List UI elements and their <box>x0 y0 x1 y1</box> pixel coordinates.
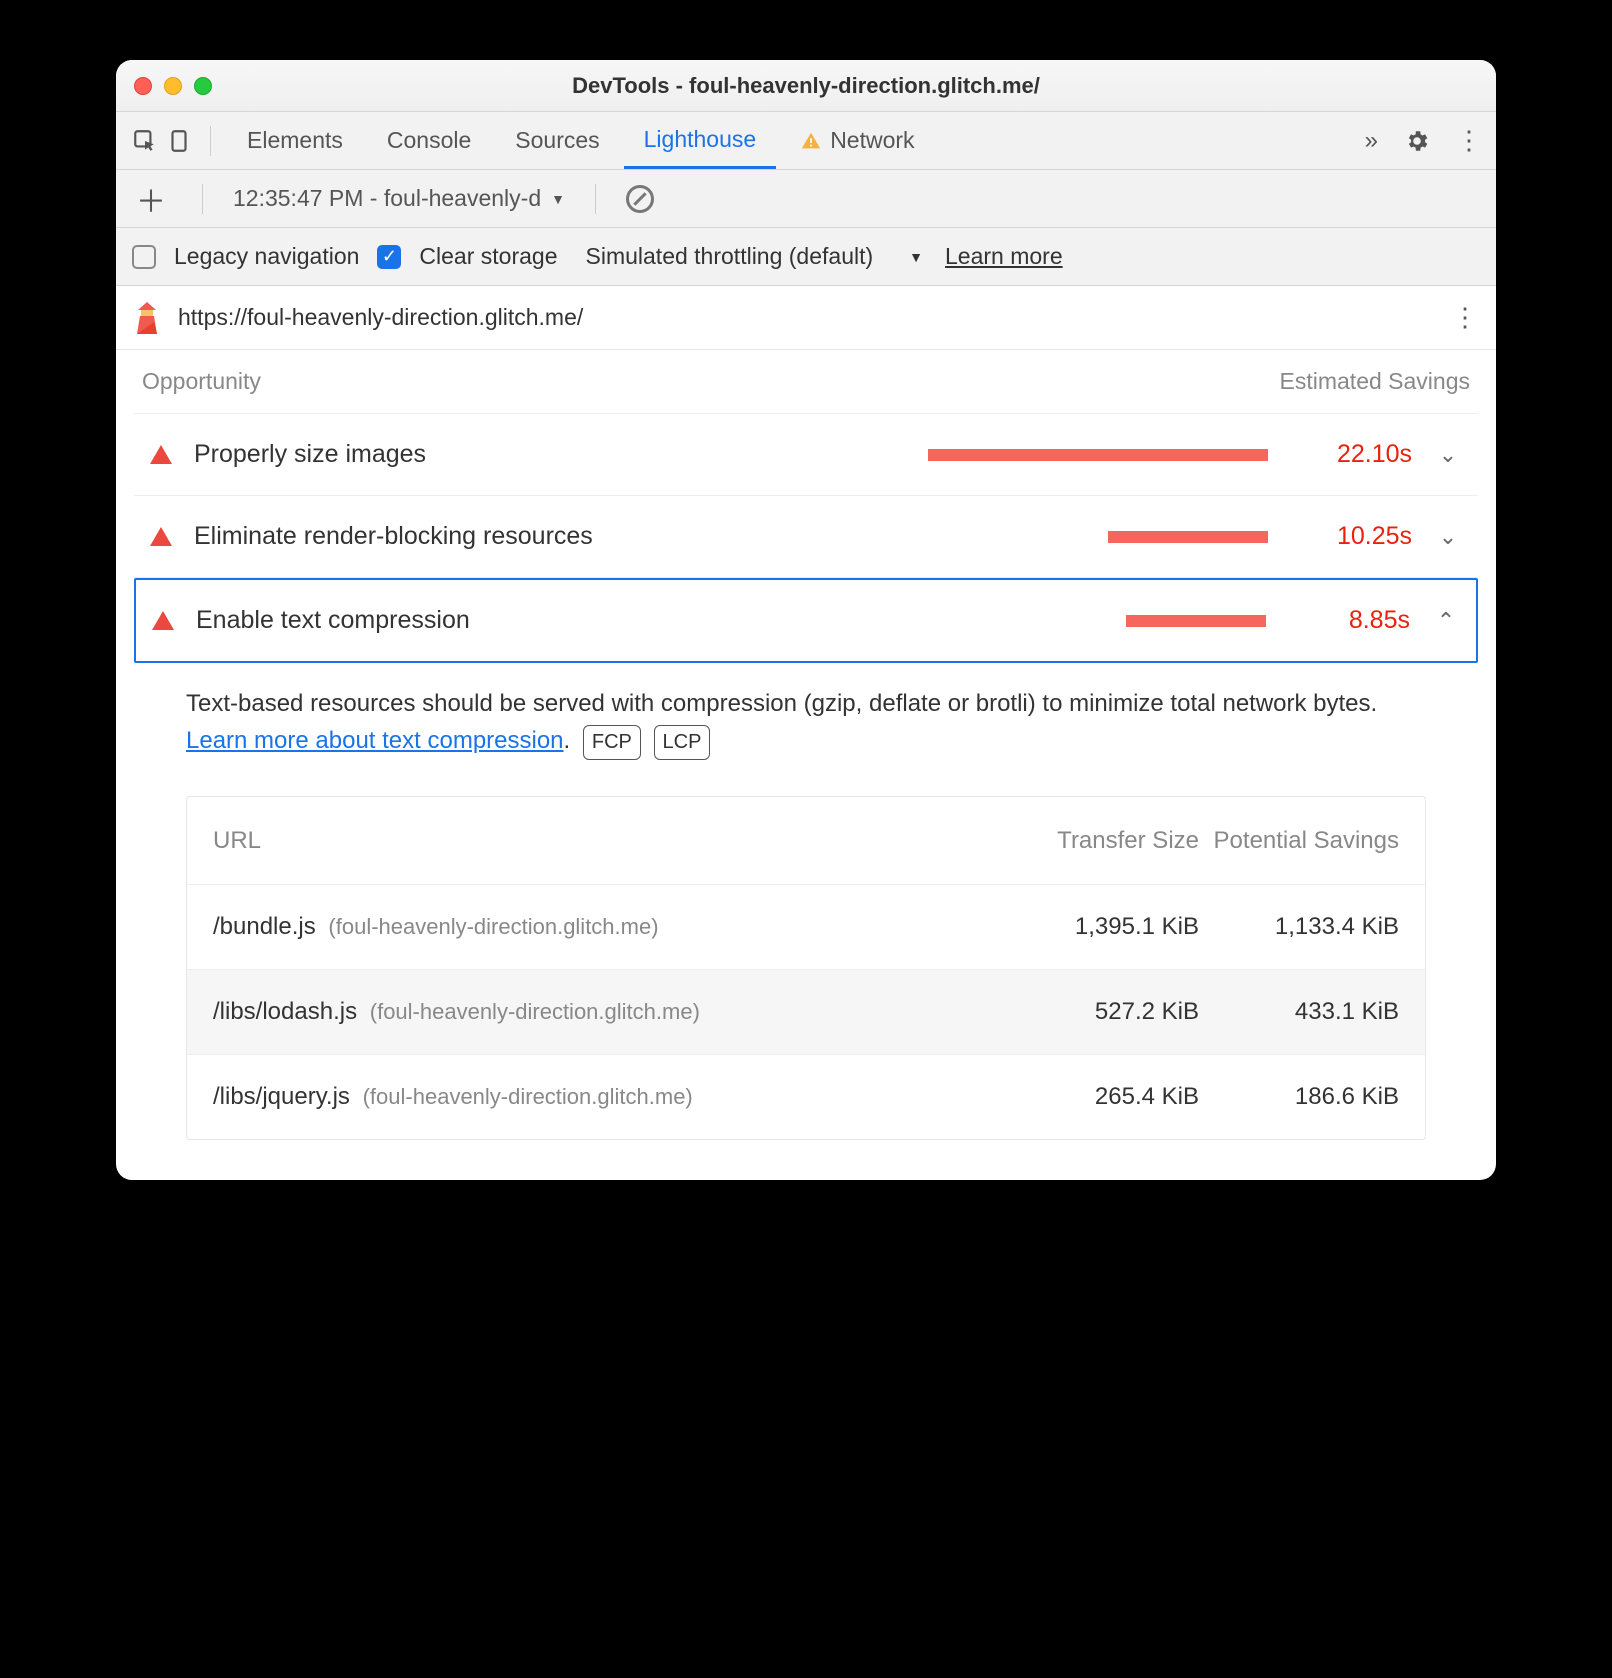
savings-bar-wrap <box>492 615 1278 627</box>
throttle-label: Simulated throttling (default) <box>586 243 874 270</box>
savings-bar <box>928 449 1268 461</box>
tab-network[interactable]: Network <box>780 112 934 169</box>
report-menu-icon[interactable]: ⋮ <box>1452 302 1478 333</box>
chevron-down-icon: ⌄ <box>1434 442 1462 468</box>
col-size: Transfer Size <box>999 825 1199 856</box>
tab-label: Sources <box>515 127 599 154</box>
desc-text: Text-based resources should be served wi… <box>186 690 1377 717</box>
report-content: Opportunity Estimated Savings Properly s… <box>116 350 1496 1180</box>
table-row: /libs/jquery.js (foul-heavenly-direction… <box>187 1054 1425 1139</box>
clear-storage-checkbox[interactable]: ✓ <box>377 245 401 269</box>
table-row: /bundle.js (foul-heavenly-direction.glit… <box>187 884 1425 969</box>
savings-value: 22.10s <box>1302 440 1412 469</box>
resource-host: (foul-heavenly-direction.glitch.me) <box>370 999 700 1024</box>
device-icon[interactable] <box>164 126 194 156</box>
opportunity-name: Properly size images <box>194 440 426 469</box>
opportunity-row[interactable]: Eliminate render-blocking resources 10.25… <box>134 496 1478 578</box>
tab-sources[interactable]: Sources <box>495 112 619 169</box>
titlebar: DevTools - foul-heavenly-direction.glitc… <box>116 60 1496 112</box>
separator <box>595 184 596 214</box>
table-header: URL Transfer Size Potential Savings <box>187 797 1425 884</box>
tab-console[interactable]: Console <box>367 112 491 169</box>
transfer-size: 1,395.1 KiB <box>999 913 1199 941</box>
metric-pill-fcp: FCP <box>583 725 641 760</box>
warning-icon <box>800 130 822 152</box>
devtools-window: DevTools - foul-heavenly-direction.glitc… <box>116 60 1496 1180</box>
potential-savings: 186.6 KiB <box>1199 1083 1399 1111</box>
legacy-checkbox[interactable] <box>132 245 156 269</box>
savings-bar-wrap <box>615 531 1280 543</box>
page-url: https://foul-heavenly-direction.glitch.m… <box>178 304 583 331</box>
opportunity-name: Eliminate render-blocking resources <box>194 522 593 551</box>
col-savings: Estimated Savings <box>1280 368 1470 395</box>
report-label: 12:35:47 PM - foul-heavenly-d <box>233 185 541 212</box>
inspect-icon[interactable] <box>130 126 160 156</box>
separator <box>202 184 203 214</box>
dropdown-icon: ▼ <box>551 191 565 207</box>
tab-lighthouse[interactable]: Lighthouse <box>624 112 777 169</box>
new-report-button[interactable]: ＋ <box>130 177 172 221</box>
tabs-bar: Elements Console Sources Lighthouse Netw… <box>116 112 1496 170</box>
fail-triangle-icon <box>150 445 172 464</box>
kebab-icon[interactable]: ⋮ <box>1456 135 1482 145</box>
potential-savings: 433.1 KiB <box>1199 998 1399 1026</box>
lighthouse-icon <box>134 302 160 334</box>
tab-elements[interactable]: Elements <box>227 112 363 169</box>
fail-triangle-icon <box>150 527 172 546</box>
options-bar: Legacy navigation ✓ Clear storage Simula… <box>116 228 1496 286</box>
report-select[interactable]: 12:35:47 PM - foul-heavenly-d ▼ <box>233 185 565 212</box>
resource-url: /bundle.js (foul-heavenly-direction.glit… <box>213 913 999 941</box>
chevron-up-icon: ⌃ <box>1432 608 1460 634</box>
lighthouse-toolbar: ＋ 12:35:47 PM - foul-heavenly-d ▼ <box>116 170 1496 228</box>
opportunity-description: Text-based resources should be served wi… <box>134 663 1478 770</box>
tab-label: Lighthouse <box>644 126 757 153</box>
savings-bar <box>1108 531 1268 543</box>
savings-bar <box>1126 615 1266 627</box>
transfer-size: 265.4 KiB <box>999 1083 1199 1111</box>
learn-more-link[interactable]: Learn more <box>945 243 1063 270</box>
tab-label: Console <box>387 127 471 154</box>
settings-icon[interactable] <box>1404 128 1430 154</box>
clear-icon[interactable] <box>626 185 654 213</box>
window-title: DevTools - foul-heavenly-direction.glitc… <box>116 73 1496 99</box>
more-tabs-icon[interactable]: » <box>1365 127 1378 155</box>
col-potential-savings: Potential Savings <box>1199 825 1399 856</box>
col-opportunity: Opportunity <box>142 368 261 395</box>
tab-label: Elements <box>247 127 343 154</box>
url-bar: https://foul-heavenly-direction.glitch.m… <box>116 286 1496 350</box>
resources-table: URL Transfer Size Potential Savings /bun… <box>186 796 1426 1140</box>
dropdown-icon[interactable]: ▼ <box>909 249 923 265</box>
fail-triangle-icon <box>152 611 174 630</box>
opportunity-row[interactable]: Enable text compression 8.85s ⌃ <box>134 578 1478 663</box>
transfer-size: 527.2 KiB <box>999 998 1199 1026</box>
savings-bar-wrap <box>448 449 1280 461</box>
resource-url: /libs/lodash.js (foul-heavenly-direction… <box>213 998 999 1026</box>
opportunity-header: Opportunity Estimated Savings <box>134 350 1478 414</box>
resource-host: (foul-heavenly-direction.glitch.me) <box>328 914 658 939</box>
table-row: /libs/lodash.js (foul-heavenly-direction… <box>187 969 1425 1054</box>
savings-value: 8.85s <box>1300 606 1410 635</box>
clear-storage-label: Clear storage <box>419 243 557 270</box>
opportunity-name: Enable text compression <box>196 606 470 635</box>
savings-value: 10.25s <box>1302 522 1412 551</box>
chevron-down-icon: ⌄ <box>1434 524 1462 550</box>
resource-host: (foul-heavenly-direction.glitch.me) <box>363 1084 693 1109</box>
resource-url: /libs/jquery.js (foul-heavenly-direction… <box>213 1083 999 1111</box>
potential-savings: 1,133.4 KiB <box>1199 913 1399 941</box>
desc-period: . <box>564 727 571 754</box>
tab-label: Network <box>830 127 914 154</box>
legacy-label: Legacy navigation <box>174 243 359 270</box>
opportunity-row[interactable]: Properly size images 22.10s ⌄ <box>134 414 1478 496</box>
col-url: URL <box>213 825 999 856</box>
metric-pill-lcp: LCP <box>654 725 711 760</box>
separator <box>210 126 211 156</box>
learn-more-link[interactable]: Learn more about text compression <box>186 727 564 754</box>
